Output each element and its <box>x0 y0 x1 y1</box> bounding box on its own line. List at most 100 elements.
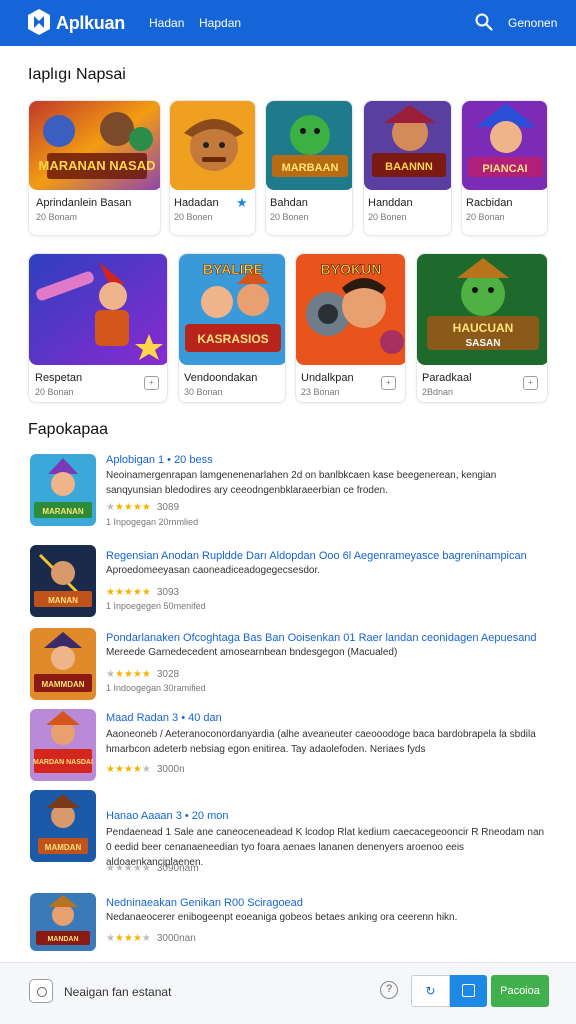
bottom-action-bar: Neaigan fan estanat ? ↻ Pacoioa <box>0 962 576 1024</box>
bookmark-icon[interactable]: + <box>523 376 538 390</box>
app-thumbnail: HAUCUAN SASAN <box>417 254 547 365</box>
section-title-list: Fapokapaa <box>28 421 109 438</box>
app-card-subtitle: 2Bdnan <box>422 387 454 397</box>
app-icon: MANDAN <box>30 893 96 951</box>
rating-stars: ★★★★★ 3089 <box>106 502 180 513</box>
list-item-meta: 1 Inpoegegen 50menifed <box>106 601 206 611</box>
app-card[interactable]: BYALIRE KASRASIOS Vendoondakan 30 Bonan <box>178 253 286 403</box>
svg-text:HAUCUAN: HAUCUAN <box>453 321 514 335</box>
list-item[interactable]: MAMMDAN Pondarlanaken Ofcoghtaga Bas Ban… <box>28 627 548 707</box>
app-card-subtitle: 30 Bonan <box>184 387 223 397</box>
thumb-art-text: BYOKUN <box>321 261 382 277</box>
app-card-subtitle: 20 Bonan <box>35 387 74 397</box>
list-item-title[interactable]: Nedninaeakan Genikan R00 Sciragoead <box>106 897 546 909</box>
app-thumbnail: BAANNN <box>364 101 451 190</box>
svg-text:MANDAN: MANDAN <box>47 936 78 943</box>
settings-icon[interactable] <box>29 979 53 1003</box>
app-thumbnail <box>29 254 167 365</box>
bookmark-icon[interactable]: + <box>381 376 396 390</box>
app-thumbnail: MARANAN NASAD <box>29 101 160 190</box>
rating-stars: ★★★★★ 3028 <box>106 669 180 680</box>
window-button[interactable] <box>450 975 487 1007</box>
list-item-title[interactable]: Maad Radan 3 • 40 dan <box>106 712 546 724</box>
thumb-art-text: MARBAAN <box>282 162 339 174</box>
app-logo-icon[interactable] <box>28 9 50 35</box>
nav-link-account[interactable]: Genonen <box>508 16 557 30</box>
search-icon[interactable] <box>475 13 493 31</box>
app-card[interactable]: BYOKUN Undalkpan 23 Bonan + <box>295 253 406 403</box>
list-item[interactable]: MARANAN Aplobigan 1 • 20 bess Neoinamerg… <box>28 452 548 532</box>
rating-stars: ★★★★★ 3090nam <box>106 863 199 874</box>
app-card-title: Racbidan <box>466 197 513 209</box>
app-card[interactable]: Respetan 20 Bonan + <box>28 253 168 403</box>
app-card-title: Aprindanlein Basan <box>36 197 132 209</box>
app-card-title: Vendoondakan <box>184 372 258 384</box>
list-item-description: Neoinamergenrapan lamgenenenarlahen 2d o… <box>106 470 497 496</box>
svg-text:MANAN: MANAN <box>48 596 78 605</box>
svg-text:MAMDAN: MAMDAN <box>45 843 82 852</box>
nav-link-2[interactable]: Hapdan <box>199 16 241 30</box>
list-item-title[interactable]: Pondarlanaken Ofcoghtaga Bas Ban Ooisenk… <box>106 632 546 644</box>
rating-stars: ★★★★★ 3000nan <box>106 933 196 944</box>
svg-text:SASAN: SASAN <box>465 338 500 349</box>
list-item-title[interactable]: Regensian Anodan Rupldde Darı Aldopdan O… <box>106 550 546 562</box>
list-item-title[interactable]: Hanao Aaaan 3 • 20 mon <box>106 810 546 822</box>
list-item-description: Aproedomeeyasan caoneadiceadogegecsesdor… <box>106 565 321 576</box>
app-card-subtitle: 23 Bonan <box>301 387 340 397</box>
list-item-title[interactable]: Aplobigan 1 • 20 bess <box>106 454 546 466</box>
refresh-button[interactable]: ↻ <box>411 975 450 1007</box>
list-item-description: Mereede Garnedecedent amosearnbean bndes… <box>106 647 398 658</box>
list-item-description: Aaoneoneb / Aeteranoconordanyardia (alhe… <box>106 729 536 755</box>
app-card-title: Paradkaal <box>422 372 472 384</box>
app-thumbnail: MARBAAN <box>266 101 352 190</box>
app-card-title: Handdan <box>368 197 413 209</box>
app-thumbnail <box>170 101 255 190</box>
app-card[interactable]: MARANAN NASAD Aprindanlein Basan 20 Bona… <box>28 100 161 236</box>
app-card[interactable]: BAANNN Handdan 20 Bonen <box>363 100 452 236</box>
app-card-title: Undalkpan <box>301 372 354 384</box>
app-icon: MARANAN <box>30 454 96 526</box>
primary-action-button[interactable]: Pacoioa <box>491 975 549 1007</box>
thumb-art-text: BAANNN <box>385 161 433 173</box>
featured-star-icon: ★ <box>236 195 248 210</box>
app-card[interactable]: HAUCUAN SASAN Paradkaal 2Bdnan + <box>416 253 548 403</box>
section-title-featured: Iaplıgı Napsai <box>28 66 126 83</box>
top-app-bar: Aplkuan Hadan Hapdan Genonen <box>0 0 576 46</box>
app-card-subtitle: 20 Bonan <box>466 212 505 222</box>
app-card-subtitle: 20 Bonam <box>36 212 78 222</box>
app-thumbnail: BYALIRE KASRASIOS <box>179 254 285 365</box>
svg-text:KASRASIOS: KASRASIOS <box>197 332 268 346</box>
app-card-title: Respetan <box>35 372 83 384</box>
app-icon: MAMMDAN <box>30 628 96 700</box>
app-card-subtitle: 20 Bonen <box>368 212 407 222</box>
bottom-bar-label: Neaigan fan estanat <box>64 985 172 999</box>
app-brand[interactable]: Aplkuan <box>56 13 125 34</box>
list-item[interactable]: MAMDAN Hanao Aaaan 3 • 20 mon Pendaenead… <box>28 790 548 880</box>
svg-text:MARANAN: MARANAN <box>42 507 84 516</box>
app-card-subtitle: 20 Bonen <box>174 212 213 222</box>
nav-link-1[interactable]: Hadan <box>149 16 184 30</box>
list-item[interactable]: MANAN Regensian Anodan Rupldde Darı Aldo… <box>28 545 548 625</box>
list-item[interactable]: MARDAN NASDAI Maad Radan 3 • 40 dan Aaon… <box>28 708 548 788</box>
list-item[interactable]: MANDAN Nedninaeakan Genikan R00 Sciragoe… <box>28 893 548 955</box>
svg-text:BYALIRE: BYALIRE <box>203 261 263 277</box>
app-card[interactable]: MARBAAN Bahdan 20 Bonen <box>265 100 353 236</box>
list-item-meta: 1 Inpogegan 20rnmlied <box>106 517 199 527</box>
rating-stars: ★★★★★ 3000n <box>106 764 185 775</box>
list-item-description: Nedanaeocerer enibogeenpt eoeaniga gobeo… <box>106 912 458 923</box>
svg-text:MARDAN NASDAI: MARDAN NASDAI <box>33 759 93 766</box>
help-icon[interactable]: ? <box>380 981 398 999</box>
app-card-subtitle: 20 Bonen <box>270 212 309 222</box>
app-card-title: Bahdan <box>270 197 308 209</box>
app-thumbnail: PIANCAI <box>462 101 547 190</box>
bookmark-icon[interactable]: + <box>144 376 159 390</box>
app-card[interactable]: Hadadan ★ 20 Bonen <box>169 100 256 236</box>
thumb-art-text: MARANAN NASAD <box>39 158 156 173</box>
thumb-art-text: PIANCAI <box>482 163 527 175</box>
app-icon: MAMDAN <box>30 790 96 862</box>
app-thumbnail: BYOKUN <box>296 254 405 365</box>
app-card-title: Hadadan <box>174 197 219 209</box>
svg-text:MAMMDAN: MAMMDAN <box>41 680 84 689</box>
app-icon: MARDAN NASDAI <box>30 709 96 781</box>
app-card[interactable]: PIANCAI Racbidan 20 Bonan <box>461 100 548 236</box>
